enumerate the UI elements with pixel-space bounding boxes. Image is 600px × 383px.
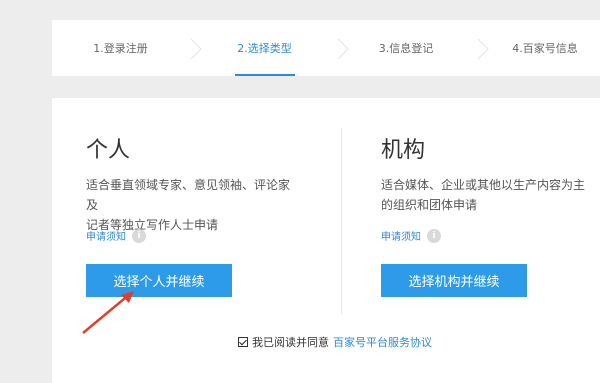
chevron-right-icon [190,38,202,60]
organization-desc-line-2: 的组织和团体申请 [381,198,478,212]
chevron-right-icon [477,38,489,60]
organization-title: 机构 [381,138,426,163]
agreement-link[interactable]: 百家号平台服务协议 [333,334,432,350]
step-4-label: 4.百家号信息 [512,42,578,55]
organization-desc-line-1: 适合媒体、企业或其他以生产内容为主 [381,178,586,192]
agreement-row: 我已阅读并同意 百家号平台服务协议 [238,334,432,350]
personal-notice-label: 申请须知 [86,232,126,243]
step-3: 3.信息登记 [350,20,462,76]
agreement-text: 我已阅读并同意 [252,336,329,349]
step-3-label: 3.信息登记 [378,42,434,55]
select-organization-button[interactable]: 选择机构并继续 [381,264,527,297]
chevron-right-icon [337,38,349,60]
info-icon: i [427,228,441,243]
personal-description: 适合垂直领域专家、意见领袖、评论家及 记者等独立写作人士申请 [86,175,296,235]
step-4: 4.百家号信息 [490,20,600,76]
personal-notice-link[interactable]: 申请须知 i [86,228,146,243]
step-2: 2.选择类型 [203,20,326,76]
personal-title: 个人 [86,138,131,163]
info-icon: i [132,228,146,243]
step-2-label: 2.选择类型 [237,42,292,55]
organization-description: 适合媒体、企业或其他以生产内容为主 的组织和团体申请 [381,175,591,215]
column-divider [341,128,342,314]
red-arrow-annotation [82,291,134,334]
step-1-label: 1.登录注册 [93,42,148,55]
personal-desc-line-1: 适合垂直领域专家、意见领袖、评论家及 [86,178,291,212]
type-selection-card: 个人 适合垂直领域专家、意见领袖、评论家及 记者等独立写作人士申请 申请须知 i… [52,98,600,383]
step-progress-bar: 1.登录注册 2.选择类型 3.信息登记 4.百家号信息 [52,20,600,76]
organization-notice-link[interactable]: 申请须知 i [381,228,441,243]
step-1: 1.登录注册 [52,20,189,76]
agreement-checkbox[interactable] [238,337,248,347]
organization-notice-label: 申请须知 [381,232,421,243]
active-step-underline [234,74,295,76]
